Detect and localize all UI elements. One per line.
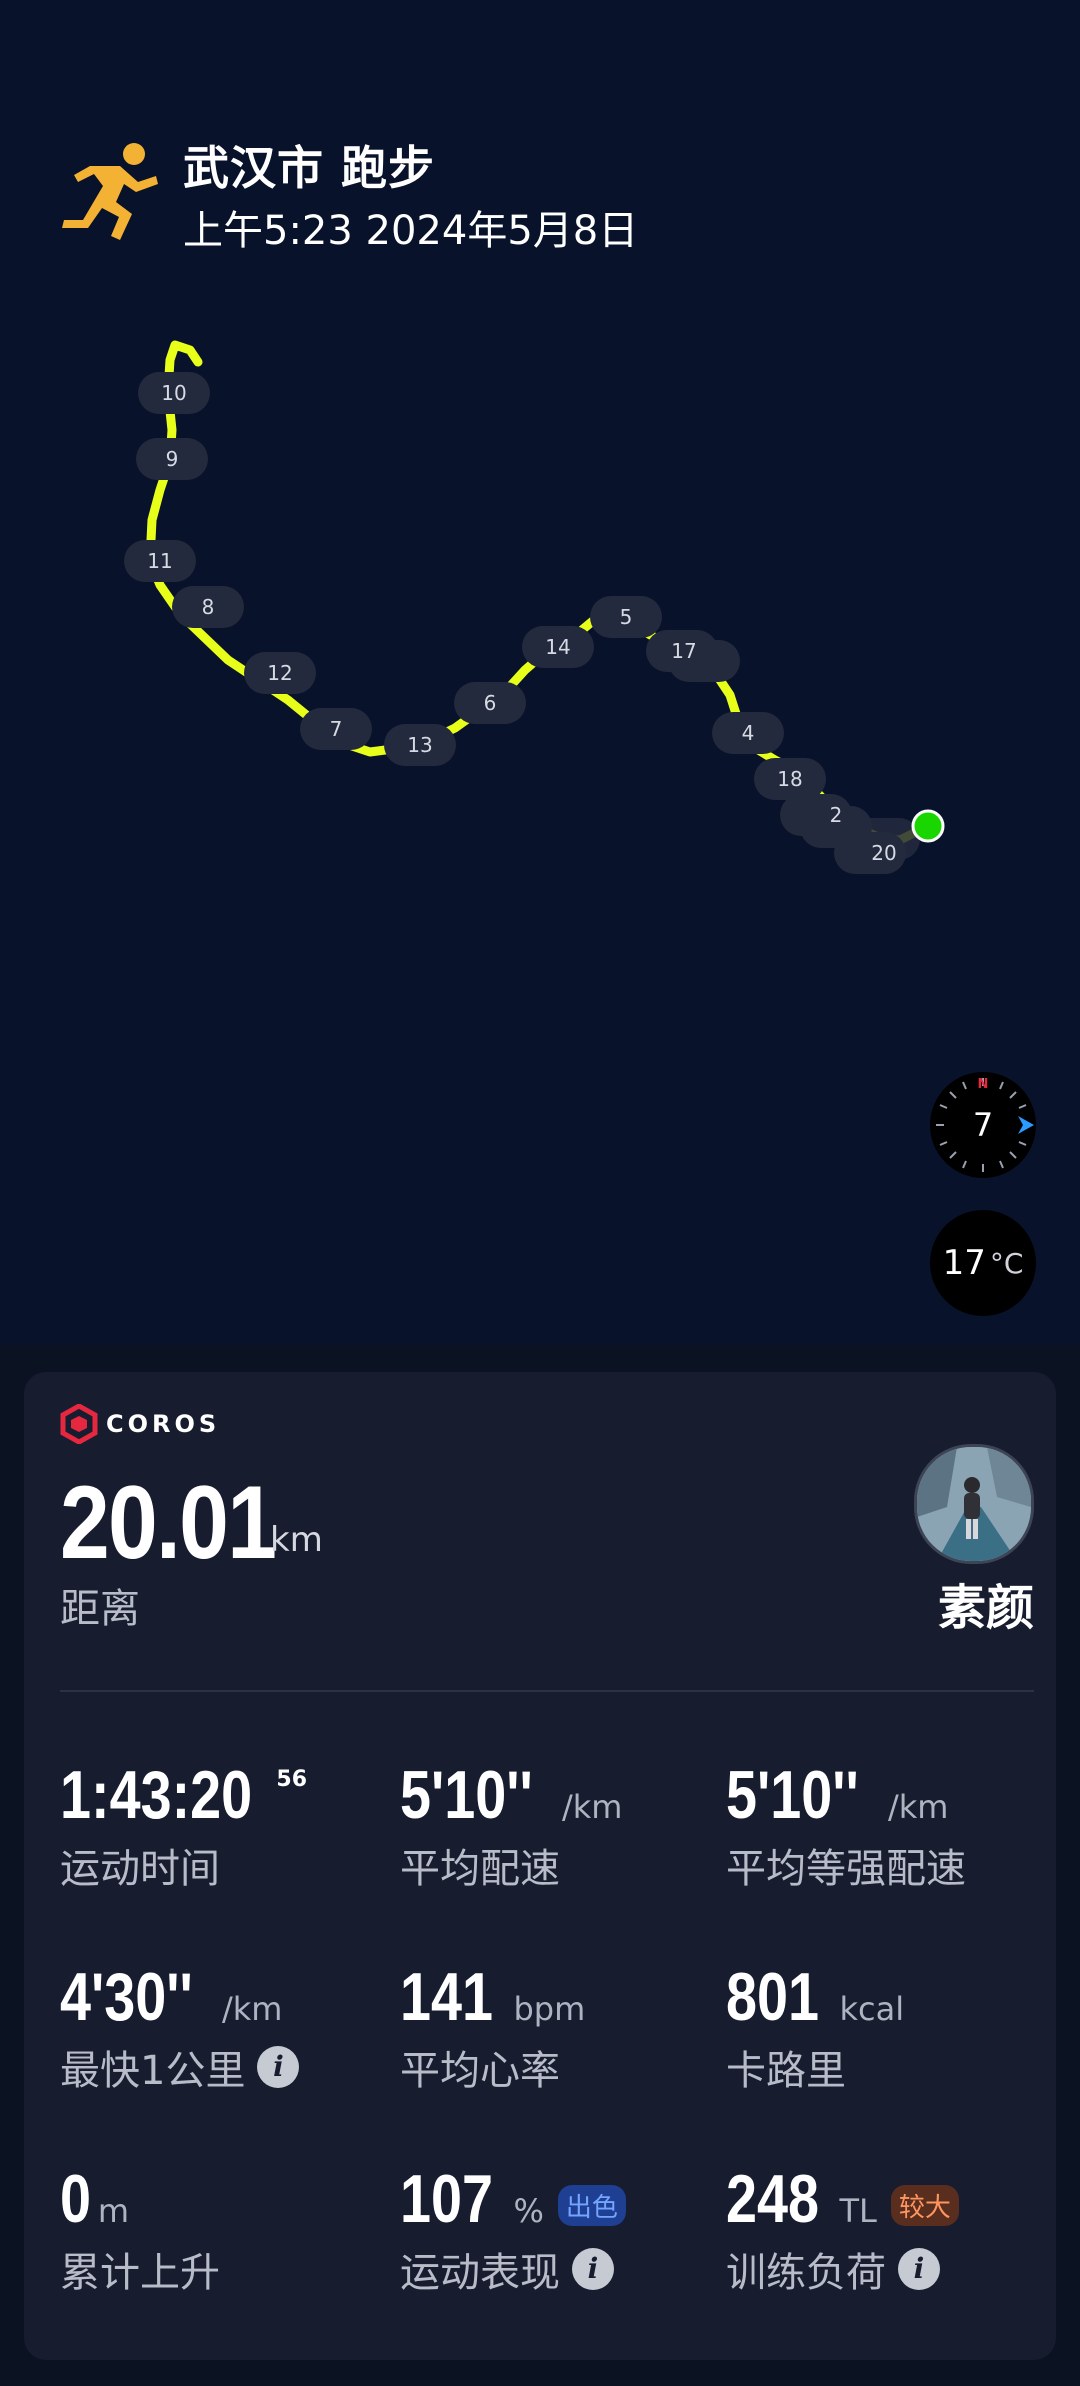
stat-avg-heart-rate: 141 bpm 平均心率 bbox=[400, 1958, 720, 2096]
stat-label-row: 训练负荷 i bbox=[726, 2240, 1046, 2298]
svg-text:20: 20 bbox=[871, 841, 896, 865]
stat-duration: 1:43:20 56 运动时间 bbox=[60, 1756, 380, 1894]
stat-fastest-km: 4'30'' /km 最快1公里 i bbox=[60, 1958, 380, 2096]
training-load-badge: 较大 bbox=[890, 2185, 959, 2226]
stat-label-row: 最快1公里 i bbox=[60, 2038, 380, 2096]
user-name[interactable]: 素颜 bbox=[938, 1568, 1034, 1638]
svg-text:5: 5 bbox=[620, 605, 633, 629]
stat-unit: /km bbox=[887, 1788, 949, 1826]
stat-value: 0 bbox=[60, 2161, 92, 2237]
distance-unit: km bbox=[270, 1520, 323, 1560]
svg-text:9: 9 bbox=[166, 447, 179, 471]
stat-label: 平均心率 bbox=[400, 2048, 560, 2094]
brand-name: COROS bbox=[106, 1410, 221, 1438]
stat-avg-pace: 5'10'' /km 平均配速 bbox=[400, 1756, 720, 1894]
activity-detail-page: 10 9 11 8 12 7 13 6 14 5 17 4 18 2 20 武汉… bbox=[0, 0, 1080, 2386]
stat-training-load: 248 TL 较大 训练负荷 i bbox=[726, 2160, 1046, 2298]
stat-unit: kcal bbox=[839, 1990, 905, 2028]
stat-value: 5'10'' bbox=[400, 1757, 533, 1833]
svg-text:10: 10 bbox=[161, 381, 186, 405]
svg-text:14: 14 bbox=[545, 635, 570, 659]
svg-text:17: 17 bbox=[671, 639, 696, 663]
km-marker[interactable]: 12 bbox=[244, 652, 316, 694]
distance-value: 20.01 bbox=[60, 1465, 277, 1581]
stat-label: 累计上升 bbox=[60, 2250, 220, 2296]
stat-value-seconds-fraction: 56 bbox=[276, 1767, 308, 1792]
svg-text:12: 12 bbox=[267, 661, 292, 685]
activity-title: 武汉市 跑步 bbox=[183, 141, 436, 195]
km-marker[interactable]: 13 bbox=[384, 724, 456, 766]
info-icon[interactable]: i bbox=[257, 2046, 300, 2088]
stat-label: 训练负荷 bbox=[726, 2250, 886, 2296]
km-marker[interactable]: 11 bbox=[124, 540, 196, 582]
brand-logo: COROS bbox=[60, 1402, 220, 1446]
avatar[interactable] bbox=[914, 1444, 1034, 1564]
stat-value: 141 bbox=[400, 1959, 494, 2035]
stat-unit: bpm bbox=[513, 1990, 586, 2028]
compass-widget[interactable]: N 7 bbox=[930, 1072, 1036, 1178]
stat-unit: TL bbox=[839, 2192, 877, 2230]
svg-text:8: 8 bbox=[202, 595, 215, 619]
stat-elevation-gain: 0 m 累计上升 bbox=[60, 2160, 380, 2298]
stat-label: 平均配速 bbox=[400, 1846, 560, 1892]
stat-value: 801 bbox=[726, 1959, 820, 2035]
stat-value: 107 bbox=[400, 2161, 494, 2237]
stat-avg-grade-adjusted-pace: 5'10'' /km 平均等强配速 bbox=[726, 1756, 1046, 1894]
stat-label: 平均等强配速 bbox=[726, 1846, 966, 1892]
info-icon[interactable]: i bbox=[572, 2248, 614, 2290]
km-marker[interactable]: 9 bbox=[136, 438, 208, 480]
svg-text:18: 18 bbox=[777, 767, 802, 791]
svg-text:7: 7 bbox=[330, 717, 343, 741]
svg-text:2: 2 bbox=[830, 803, 843, 827]
stat-unit: % bbox=[513, 2192, 544, 2230]
km-marker[interactable]: 6 bbox=[454, 682, 526, 724]
stat-value: 4'30'' bbox=[60, 1959, 193, 2035]
stat-label: 最快1公里 bbox=[60, 2048, 246, 2094]
km-marker[interactable]: 5 bbox=[590, 596, 662, 638]
svg-text:6: 6 bbox=[484, 691, 497, 715]
svg-text:11: 11 bbox=[147, 549, 172, 573]
stat-performance: 107 % 出色 运动表现 i bbox=[400, 2160, 720, 2298]
stat-value: 1:43:20 bbox=[60, 1757, 253, 1833]
temperature-value: 17 bbox=[942, 1243, 986, 1283]
stat-label-row: 运动表现 i bbox=[400, 2240, 720, 2298]
running-icon bbox=[58, 140, 163, 245]
route-map[interactable]: 10 9 11 8 12 7 13 6 14 5 17 4 18 2 20 武汉… bbox=[0, 0, 1080, 1345]
stat-unit: /km bbox=[561, 1788, 623, 1826]
stat-label: 运动表现 bbox=[400, 2250, 560, 2296]
stat-label: 运动时间 bbox=[60, 1846, 220, 1892]
performance-badge: 出色 bbox=[557, 2185, 626, 2226]
info-icon[interactable]: i bbox=[898, 2248, 940, 2290]
distance-label: 距离 bbox=[60, 1586, 140, 1632]
km-marker[interactable]: 8 bbox=[172, 586, 244, 628]
km-marker[interactable]: 7 bbox=[300, 708, 372, 750]
activity-datetime: 上午5:23 2024年5月8日 bbox=[183, 208, 639, 254]
divider bbox=[60, 1690, 1034, 1692]
wind-level-value: 7 bbox=[972, 1106, 994, 1144]
temperature-badge[interactable]: 17 °C bbox=[930, 1210, 1036, 1316]
coros-logo-icon bbox=[60, 1404, 98, 1444]
km-marker[interactable]: 14 bbox=[522, 626, 594, 668]
svg-text:4: 4 bbox=[742, 721, 755, 745]
stat-value: 5'10'' bbox=[726, 1757, 859, 1833]
temperature-unit: °C bbox=[989, 1246, 1024, 1280]
km-marker[interactable]: 4 bbox=[712, 712, 784, 754]
stat-value: 248 bbox=[726, 2161, 820, 2237]
end-point-marker bbox=[911, 809, 945, 843]
km-marker[interactable]: 10 bbox=[138, 372, 210, 414]
stat-unit: m bbox=[97, 2192, 129, 2230]
stat-unit: /km bbox=[221, 1990, 283, 2028]
svg-text:13: 13 bbox=[407, 733, 432, 757]
stat-label: 卡路里 bbox=[726, 2048, 846, 2094]
stat-calories: 801 kcal 卡路里 bbox=[726, 1958, 1046, 2096]
km-marker[interactable]: 17 bbox=[646, 630, 740, 682]
km-marker[interactable]: 18 bbox=[754, 758, 826, 800]
summary-card: COROS 20.01 km 距离 素颜 1:43:20 56 运动时间 5'1… bbox=[24, 1372, 1056, 2360]
